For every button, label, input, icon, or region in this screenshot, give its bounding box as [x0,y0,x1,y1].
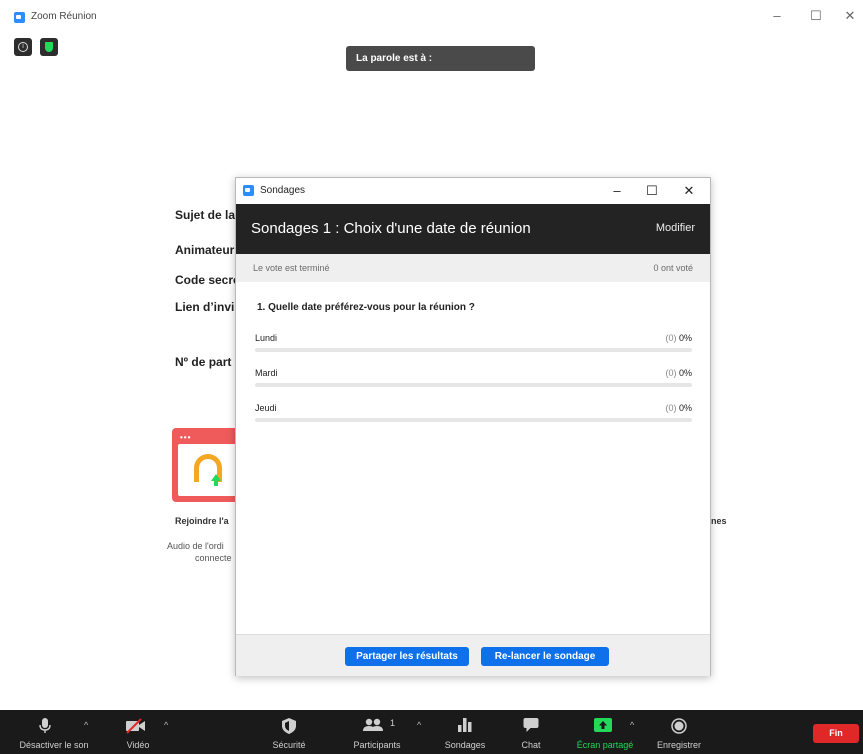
polls-dialog-titlebar: Sondages – ☐ ✕ [236,178,710,204]
participants-icon [362,718,384,736]
join-audio-label: Rejoindre l'a [175,516,229,526]
window-title: Zoom Réunion [31,11,97,22]
speaker-banner: La parole est à : [346,46,535,71]
poll-status-text: Le vote est terminé [253,263,330,273]
zoom-app-icon [14,12,25,23]
encryption-shield-icon[interactable] [40,38,59,56]
relaunch-poll-button[interactable]: Re-lancer le sondage [481,647,609,666]
poll-option-label: Mardi [255,368,278,378]
share-screen-icon [594,718,612,734]
polls-button[interactable]: Sondages [440,710,490,754]
poll-option-count: (0) [665,333,677,343]
poll-option: Jeudi (0) 0% [255,403,692,425]
chat-label: Chat [521,740,541,750]
poll-option-result: (0) 0% [665,403,692,413]
title-bar: Zoom Réunion – ☐ ✕ [0,0,863,34]
poll-header: Sondages 1 : Choix d'une date de réunion… [236,204,710,254]
security-label: Sécurité [272,740,306,750]
close-button[interactable]: ✕ [837,6,863,26]
poll-option: Mardi (0) 0% [255,368,692,390]
mute-label: Désactiver le son [19,740,89,750]
poll-footer: Partager les résultats Re-lancer le sond… [236,634,710,676]
mute-button[interactable]: Désactiver le son [8,710,100,754]
poll-option-count: (0) [665,368,677,378]
poll-option-result: (0) 0% [665,333,692,343]
poll-option-label: Jeudi [255,403,277,413]
video-options-chevron-icon[interactable]: ^ [164,720,168,730]
share-results-button[interactable]: Partager les résultats [345,647,469,666]
end-meeting-button[interactable]: Fin [813,724,859,743]
polls-minimize-button[interactable]: – [602,180,632,202]
computer-audio-desc: Audio de l'ordi [167,541,224,551]
window-dots-icon: ••• [180,433,192,442]
poll-option-bar [255,383,692,387]
poll-option: Lundi (0) 0% [255,333,692,355]
minimize-button[interactable]: – [764,6,790,26]
record-icon [671,718,687,736]
poll-option-percent: 0% [678,403,692,413]
poll-option-count: (0) [665,403,677,413]
microphone-icon [39,718,51,736]
participants-count: 1 [390,718,396,728]
polls-maximize-button[interactable]: ☐ [637,180,667,202]
poll-question: 1. Quelle date préférez-vous pour la réu… [257,302,475,313]
zoom-meeting-window: Zoom Réunion – ☐ ✕ i La parole est à : S… [0,0,863,754]
video-button[interactable]: Vidéo [112,710,164,754]
participants-button[interactable]: 1 Participants [342,710,412,754]
polls-label: Sondages [444,740,486,750]
poll-title: Sondages 1 : Choix d'une date de réunion [251,220,531,237]
audio-options-chevron-icon[interactable]: ^ [84,720,88,730]
participants-options-chevron-icon[interactable]: ^ [417,720,421,730]
poll-option-percent: 0% [678,368,692,378]
maximize-button[interactable]: ☐ [803,6,829,26]
poll-option-bar [255,348,692,352]
join-audio-card[interactable]: ••• [172,428,242,502]
security-button[interactable]: Sécurité [262,710,316,754]
record-button[interactable]: Enregistrer [652,710,706,754]
invite-link-label: Lien d’invi [175,300,235,314]
edit-poll-button[interactable]: Modifier [656,222,695,234]
security-shield-icon [282,718,296,736]
video-off-icon [125,718,147,736]
share-screen-button[interactable]: Écran partagé [572,710,638,754]
poll-option-bar [255,418,692,422]
share-screen-label: Écran partagé [576,740,634,750]
video-label: Vidéo [126,740,150,750]
meeting-toolbar: Désactiver le son ^ Vidéo ^ Sécurité 1 P… [0,710,863,754]
chat-button[interactable]: Chat [514,710,548,754]
passcode-label: Code secre [175,273,240,287]
participants-label: Participants [353,740,401,750]
polls-dialog: Sondages – ☐ ✕ Sondages 1 : Choix d'une … [235,177,711,676]
right-option-label: nes [711,516,727,526]
record-label: Enregistrer [656,740,701,750]
participant-id-label: Nº de part [175,355,232,369]
poll-option-result: (0) 0% [665,368,692,378]
vote-count: 0 ont voté [653,263,693,273]
meeting-info-icon[interactable]: i [14,38,32,56]
computer-audio-desc-2: connecte [195,553,232,563]
host-label: Animateur [175,243,235,257]
poll-option-percent: 0% [678,333,692,343]
chat-bubble-icon [523,718,539,734]
poll-option-label: Lundi [255,333,278,343]
polls-close-button[interactable]: ✕ [674,180,704,202]
headphones-icon [178,444,236,496]
poll-status-bar: Le vote est terminé 0 ont voté [236,254,710,282]
zoom-app-icon [243,185,254,196]
meeting-status-icons: i [14,38,62,56]
share-options-chevron-icon[interactable]: ^ [630,720,634,730]
meeting-topic-label: Sujet de la [175,208,236,222]
polls-dialog-title: Sondages [260,185,306,196]
polls-bar-chart-icon [458,718,472,734]
